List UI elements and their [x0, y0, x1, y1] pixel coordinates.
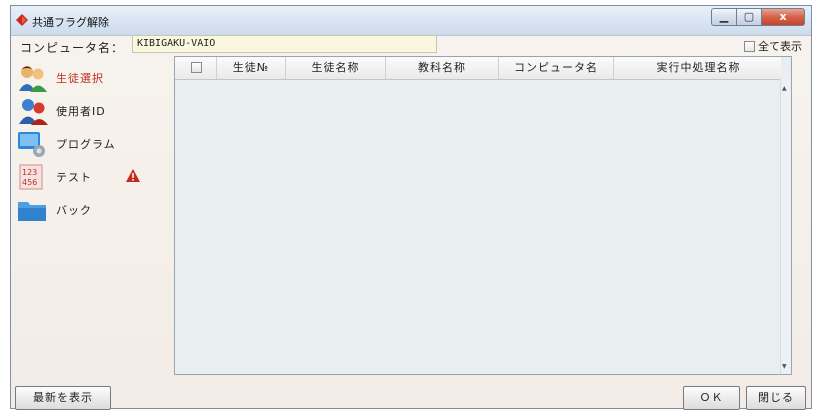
warning-icon [126, 169, 140, 182]
app-icon [16, 14, 28, 26]
close-icon: x [779, 10, 787, 23]
sidebar-item-label: バック [56, 204, 92, 217]
folder-icon [16, 195, 50, 225]
scroll-up-icon[interactable]: ▲ [782, 85, 787, 92]
sidebar-item-back[interactable]: バック [16, 195, 92, 225]
table-header: 生徒№ 生徒名称 教科名称 コンピュータ名 実行中処理名称 [175, 57, 781, 80]
refresh-button[interactable]: 最新を表示 [15, 386, 111, 410]
sidebar-item-test[interactable]: 123 456 テスト [16, 162, 92, 192]
header-select-all[interactable] [175, 57, 217, 79]
sidebar-item-label: プログラム [56, 138, 116, 151]
window-controls: ▁ ▢ x [711, 8, 805, 28]
column-header[interactable]: 教科名称 [386, 57, 499, 79]
maximize-button[interactable]: ▢ [736, 8, 761, 26]
column-header[interactable]: 生徒№ [217, 57, 286, 79]
sidebar-item-label: テスト [56, 171, 92, 184]
vertical-scrollbar[interactable]: ▲ ▼ [780, 79, 791, 374]
sidebar-item-program[interactable]: プログラム [16, 129, 116, 159]
minimize-button[interactable]: ▁ [711, 8, 736, 26]
show-all-checkbox-box[interactable] [744, 40, 755, 52]
sidebar-item-label: 使用者ID [56, 105, 106, 118]
users-icon [16, 96, 50, 126]
computer-name-field[interactable]: KIBIGAKU-VAIO [132, 35, 437, 53]
test-icon: 123 456 [16, 162, 50, 192]
select-all-checkbox[interactable] [191, 62, 202, 73]
show-all-checkbox[interactable]: 全て表示 [744, 38, 802, 54]
maximize-icon: ▢ [743, 10, 755, 23]
minimize-icon: ▁ [719, 10, 729, 23]
svg-text:456: 456 [22, 178, 37, 187]
title-bar[interactable]: 共通フラグ解除 ▁ ▢ x [11, 6, 811, 36]
svg-text:123: 123 [22, 168, 37, 177]
sidebar-item-students[interactable]: 生徒選択 [16, 63, 104, 93]
column-header[interactable]: 実行中処理名称 [614, 57, 783, 79]
sidebar-item-user-id[interactable]: 使用者ID [16, 96, 106, 126]
students-icon [16, 63, 50, 93]
close-window-button[interactable]: x [761, 8, 805, 26]
column-header[interactable]: コンピュータ名 [499, 57, 614, 79]
scroll-down-icon[interactable]: ▼ [782, 363, 787, 370]
sidebar: 生徒選択 使用者ID プログラム 123 456 テスト バック [6, 55, 172, 370]
window-title: 共通フラグ解除 [32, 16, 109, 29]
ok-button[interactable]: ＯＫ [683, 386, 740, 410]
column-header[interactable]: 生徒名称 [286, 57, 386, 79]
show-all-label: 全て表示 [758, 40, 802, 53]
sidebar-item-label: 生徒選択 [56, 72, 104, 85]
close-button[interactable]: 閉じる [746, 386, 806, 410]
student-table[interactable]: 生徒№ 生徒名称 教科名称 コンピュータ名 実行中処理名称 ▲ ▼ [174, 56, 792, 375]
computer-name-label: コンピュータ名： [20, 41, 125, 55]
program-icon [16, 129, 50, 159]
